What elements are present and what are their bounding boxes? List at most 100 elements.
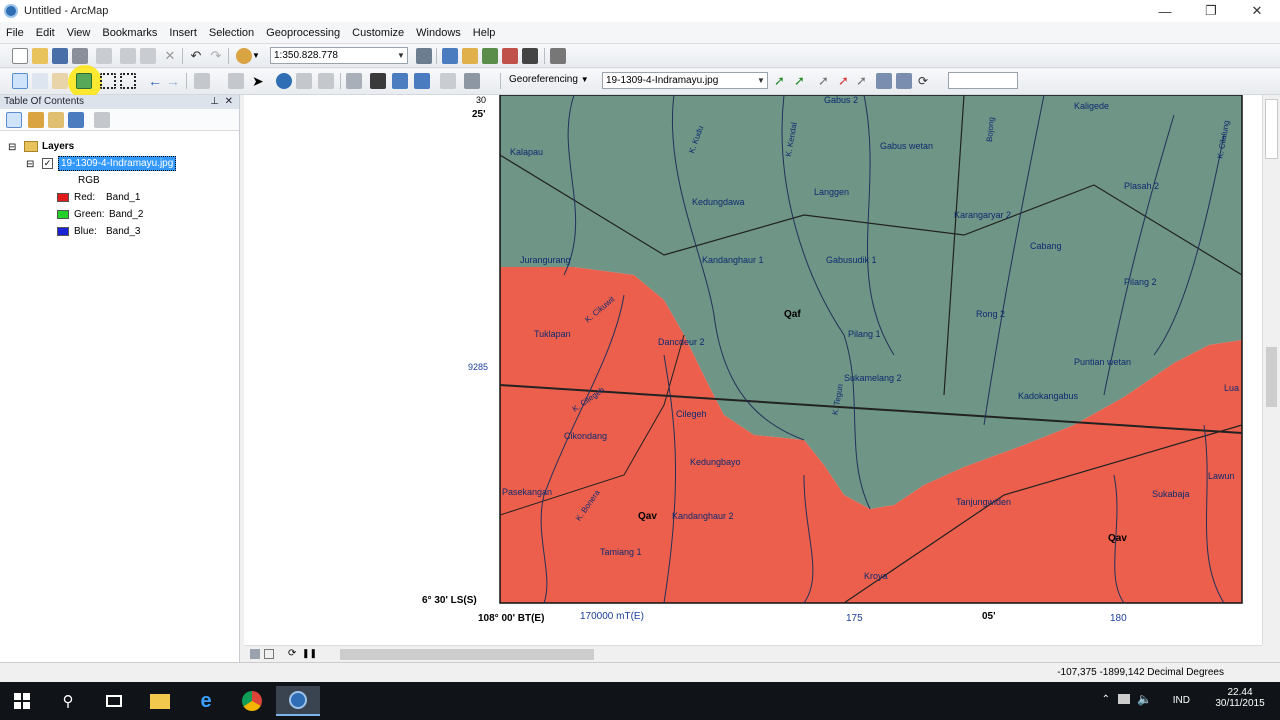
print-icon[interactable] xyxy=(72,48,88,64)
menu-insert[interactable]: Insert xyxy=(163,27,203,39)
menu-selection[interactable]: Selection xyxy=(203,27,260,39)
close-icon[interactable]: ✕ xyxy=(225,95,233,109)
file-explorer-icon[interactable] xyxy=(138,686,182,716)
layer-visibility-checkbox[interactable]: ✓ xyxy=(42,158,53,169)
menu-help[interactable]: Help xyxy=(467,27,502,39)
catalog-icon[interactable] xyxy=(462,48,478,64)
layers-label[interactable]: Layers xyxy=(42,141,74,152)
list-by-source-icon[interactable] xyxy=(28,112,44,128)
map-view[interactable]: 30 25' 9285 6° 30' LS(S) 108° 00' BT(E) … xyxy=(244,95,1262,645)
layout-toggle-icon[interactable] xyxy=(464,73,480,89)
refresh-icon[interactable]: ⟳ xyxy=(288,648,296,659)
pin-icon[interactable]: ⊥ xyxy=(210,95,219,109)
map-scale-combo[interactable]: 1:350.828.778 ▼ xyxy=(270,47,408,64)
undo-icon[interactable]: ↶ xyxy=(188,48,204,64)
select-features-icon[interactable] xyxy=(194,73,210,89)
layout-view-icon[interactable] xyxy=(264,649,274,659)
save-icon[interactable] xyxy=(52,48,68,64)
layer-name[interactable]: 19-1309-4-Indramayu.jpg xyxy=(58,156,177,171)
hyperlink-icon[interactable] xyxy=(346,73,362,89)
menu-customize[interactable]: Customize xyxy=(346,27,410,39)
copy-icon[interactable] xyxy=(120,48,136,64)
windows-taskbar: ⚲ e ⌃ 🔈 IND 22.44 30/11/2015 xyxy=(0,682,1280,720)
cut-icon[interactable] xyxy=(96,48,112,64)
table-of-contents-icon[interactable] xyxy=(442,48,458,64)
zoom-out-icon[interactable] xyxy=(32,73,48,89)
python-window-icon[interactable] xyxy=(522,48,538,64)
clear-selection-icon[interactable] xyxy=(228,73,244,89)
georeferencing-menu[interactable]: Georeferencing ▼ xyxy=(506,72,596,89)
menu-bookmarks[interactable]: Bookmarks xyxy=(96,27,163,39)
arcmap-taskbar-icon[interactable] xyxy=(276,686,320,716)
add-data-dropdown-icon[interactable]: ▼ xyxy=(252,48,268,64)
tray-chevron-up-icon[interactable]: ⌃ xyxy=(1102,694,1110,705)
create-viewer-icon[interactable] xyxy=(440,73,456,89)
data-view-icon[interactable] xyxy=(250,649,260,659)
list-by-drawing-order-icon[interactable] xyxy=(6,112,22,128)
back-extent-icon[interactable]: ← xyxy=(148,73,164,89)
shift-icon[interactable]: ➚ xyxy=(794,73,810,89)
input-language[interactable]: IND xyxy=(1173,695,1190,706)
edge-browser-icon[interactable]: e xyxy=(184,686,228,716)
select-elements-icon[interactable]: ➤ xyxy=(252,73,268,89)
menu-view[interactable]: View xyxy=(61,27,97,39)
taskbar-clock[interactable]: 22.44 30/11/2015 xyxy=(1206,687,1274,709)
measure-icon[interactable] xyxy=(318,73,334,89)
network-icon[interactable] xyxy=(1118,694,1130,704)
rotate-dial-icon[interactable]: ⟳ xyxy=(918,73,934,89)
close-button[interactable]: ✕ xyxy=(1234,0,1280,22)
redo-icon[interactable]: ↷ xyxy=(208,48,224,64)
menu-geoprocessing[interactable]: Geoprocessing xyxy=(260,27,346,39)
georef-value-input[interactable] xyxy=(948,72,1018,89)
fixed-zoom-in-icon[interactable] xyxy=(100,73,116,89)
rotate-icon[interactable]: ➚ xyxy=(774,73,790,89)
menu-edit[interactable]: Edit xyxy=(30,27,61,39)
task-view-icon[interactable] xyxy=(92,686,136,716)
georef-layer-select[interactable]: 19-1309-4-Indramayu.jpg ▼ xyxy=(602,72,768,89)
options-icon[interactable] xyxy=(94,112,110,128)
layer-expander[interactable]: ⊟ xyxy=(26,159,34,170)
new-document-icon[interactable] xyxy=(12,48,28,64)
start-button[interactable] xyxy=(0,686,44,716)
menu-windows[interactable]: Windows xyxy=(410,27,467,39)
minimize-button[interactable]: — xyxy=(1142,0,1188,22)
pause-drawing-icon[interactable]: ❚❚ xyxy=(302,648,317,659)
vertical-scroll-thumb[interactable] xyxy=(1266,347,1277,407)
view-link-table-icon[interactable] xyxy=(876,73,892,89)
scale-icon[interactable]: ➚ xyxy=(818,73,834,89)
list-by-selection-icon[interactable] xyxy=(68,112,84,128)
horizontal-scroll-thumb[interactable] xyxy=(340,649,594,660)
html-popup-icon[interactable] xyxy=(296,73,312,89)
maximize-button[interactable]: ❐ xyxy=(1188,0,1234,22)
volume-icon[interactable]: 🔈 xyxy=(1137,692,1152,706)
viewer-icon[interactable] xyxy=(896,73,912,89)
search-side-tab[interactable] xyxy=(1265,99,1278,159)
time-slider-icon[interactable] xyxy=(414,73,430,89)
identify-icon[interactable] xyxy=(276,73,292,89)
forward-extent-icon[interactable]: → xyxy=(166,73,182,89)
full-extent-icon[interactable] xyxy=(76,73,92,89)
arctoolbox-icon[interactable] xyxy=(502,48,518,64)
layers-expander[interactable]: ⊟ xyxy=(8,142,16,153)
find-icon[interactable] xyxy=(370,73,386,89)
zoom-in-icon[interactable] xyxy=(12,73,28,89)
editor-toolbar-icon[interactable] xyxy=(416,48,432,64)
add-data-icon[interactable] xyxy=(236,48,252,64)
chrome-browser-icon[interactable] xyxy=(230,686,274,716)
go-to-xy-icon[interactable] xyxy=(392,73,408,89)
search-icon[interactable]: ⚲ xyxy=(46,686,90,716)
paste-icon[interactable] xyxy=(140,48,156,64)
horizontal-scrollbar[interactable]: ⟳ ❚❚ xyxy=(244,645,1262,662)
menu-file[interactable]: File xyxy=(0,27,30,39)
auto-registration-icon[interactable]: ➚ xyxy=(856,73,872,89)
search-window-icon[interactable] xyxy=(482,48,498,64)
model-builder-icon[interactable] xyxy=(550,48,566,64)
fixed-zoom-out-icon[interactable] xyxy=(120,73,136,89)
add-control-points-icon[interactable]: ➚ xyxy=(838,73,854,89)
vertical-scrollbar[interactable] xyxy=(1262,95,1280,645)
open-folder-icon[interactable] xyxy=(32,48,48,64)
list-by-visibility-icon[interactable] xyxy=(48,112,64,128)
georef-layer-value: 19-1309-4-Indramayu.jpg xyxy=(606,75,719,86)
delete-icon[interactable]: ✕ xyxy=(162,48,178,64)
pan-hand-icon[interactable] xyxy=(52,73,68,89)
